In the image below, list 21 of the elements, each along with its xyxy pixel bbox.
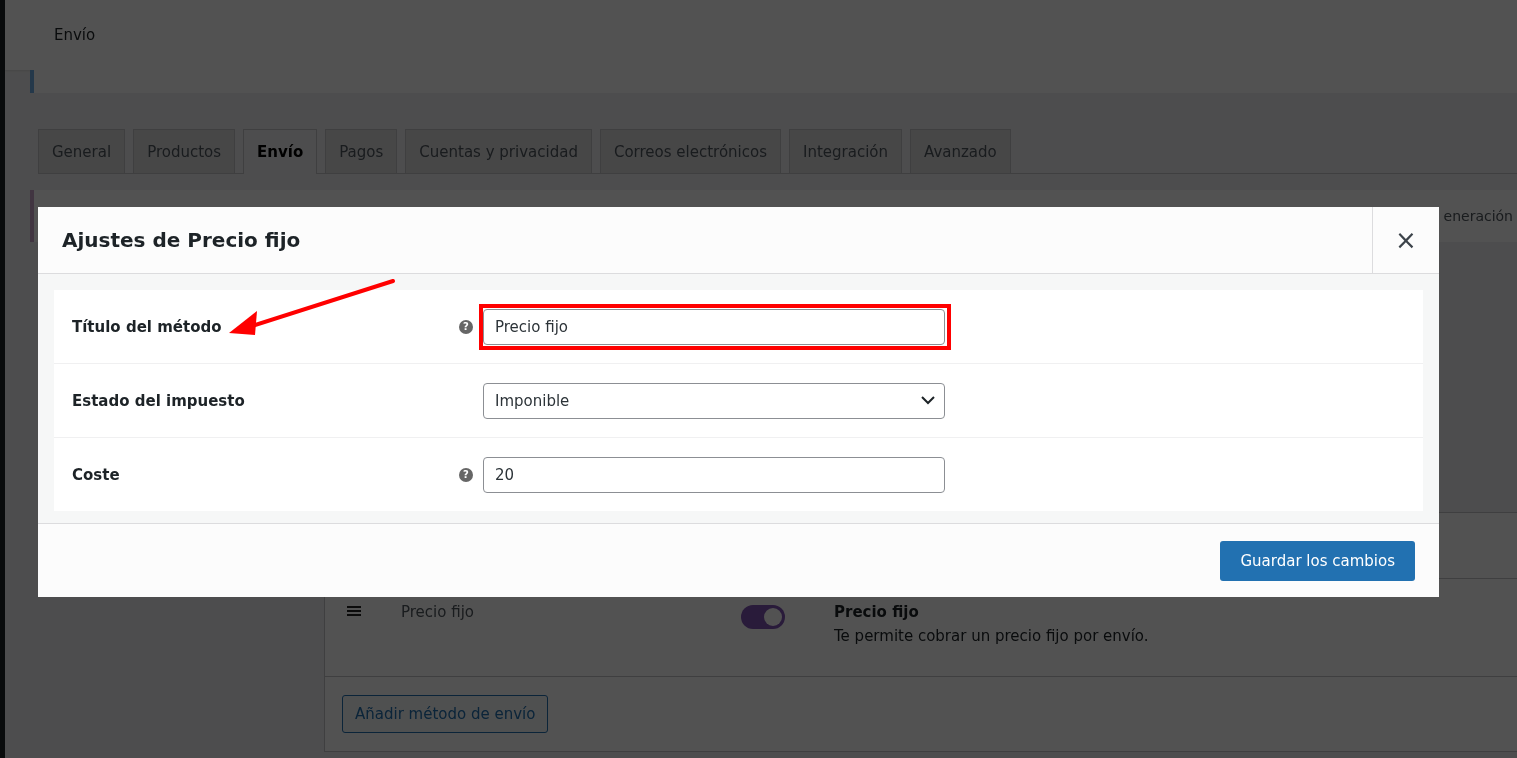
help-icon[interactable]: ? [459,467,473,482]
input-field[interactable]: 20 [483,456,945,493]
close-button[interactable]: × [1372,207,1439,273]
chevron-down-icon [921,396,935,405]
input-field[interactable]: Precio fijo [483,308,945,345]
save-button[interactable]: Guardar los cambios [1220,540,1415,581]
dialog-title: Ajustes de Precio fijo [62,228,301,252]
method-title[interactable]: Precio fijo [401,603,741,621]
method-description: Te permite cobrar un precio fijo por envío. [834,627,1149,645]
add-method-button[interactable]: Añadir método de envío [342,695,549,733]
enabled-toggle[interactable] [741,605,785,629]
select-field[interactable]: Imponible [483,382,945,419]
section-link[interactable]: eneración [1443,208,1513,224]
help-icon[interactable]: ? [459,319,473,334]
settings-tab[interactable]: Envío [243,129,318,174]
drag-handle-icon[interactable] [347,606,361,616]
page-title: Envío [54,26,96,44]
field-label: Estado del impuesto [71,391,246,410]
field-label: Título del método [71,317,223,336]
field-label: Coste [71,465,121,484]
method-name: Precio fijo [834,603,920,621]
